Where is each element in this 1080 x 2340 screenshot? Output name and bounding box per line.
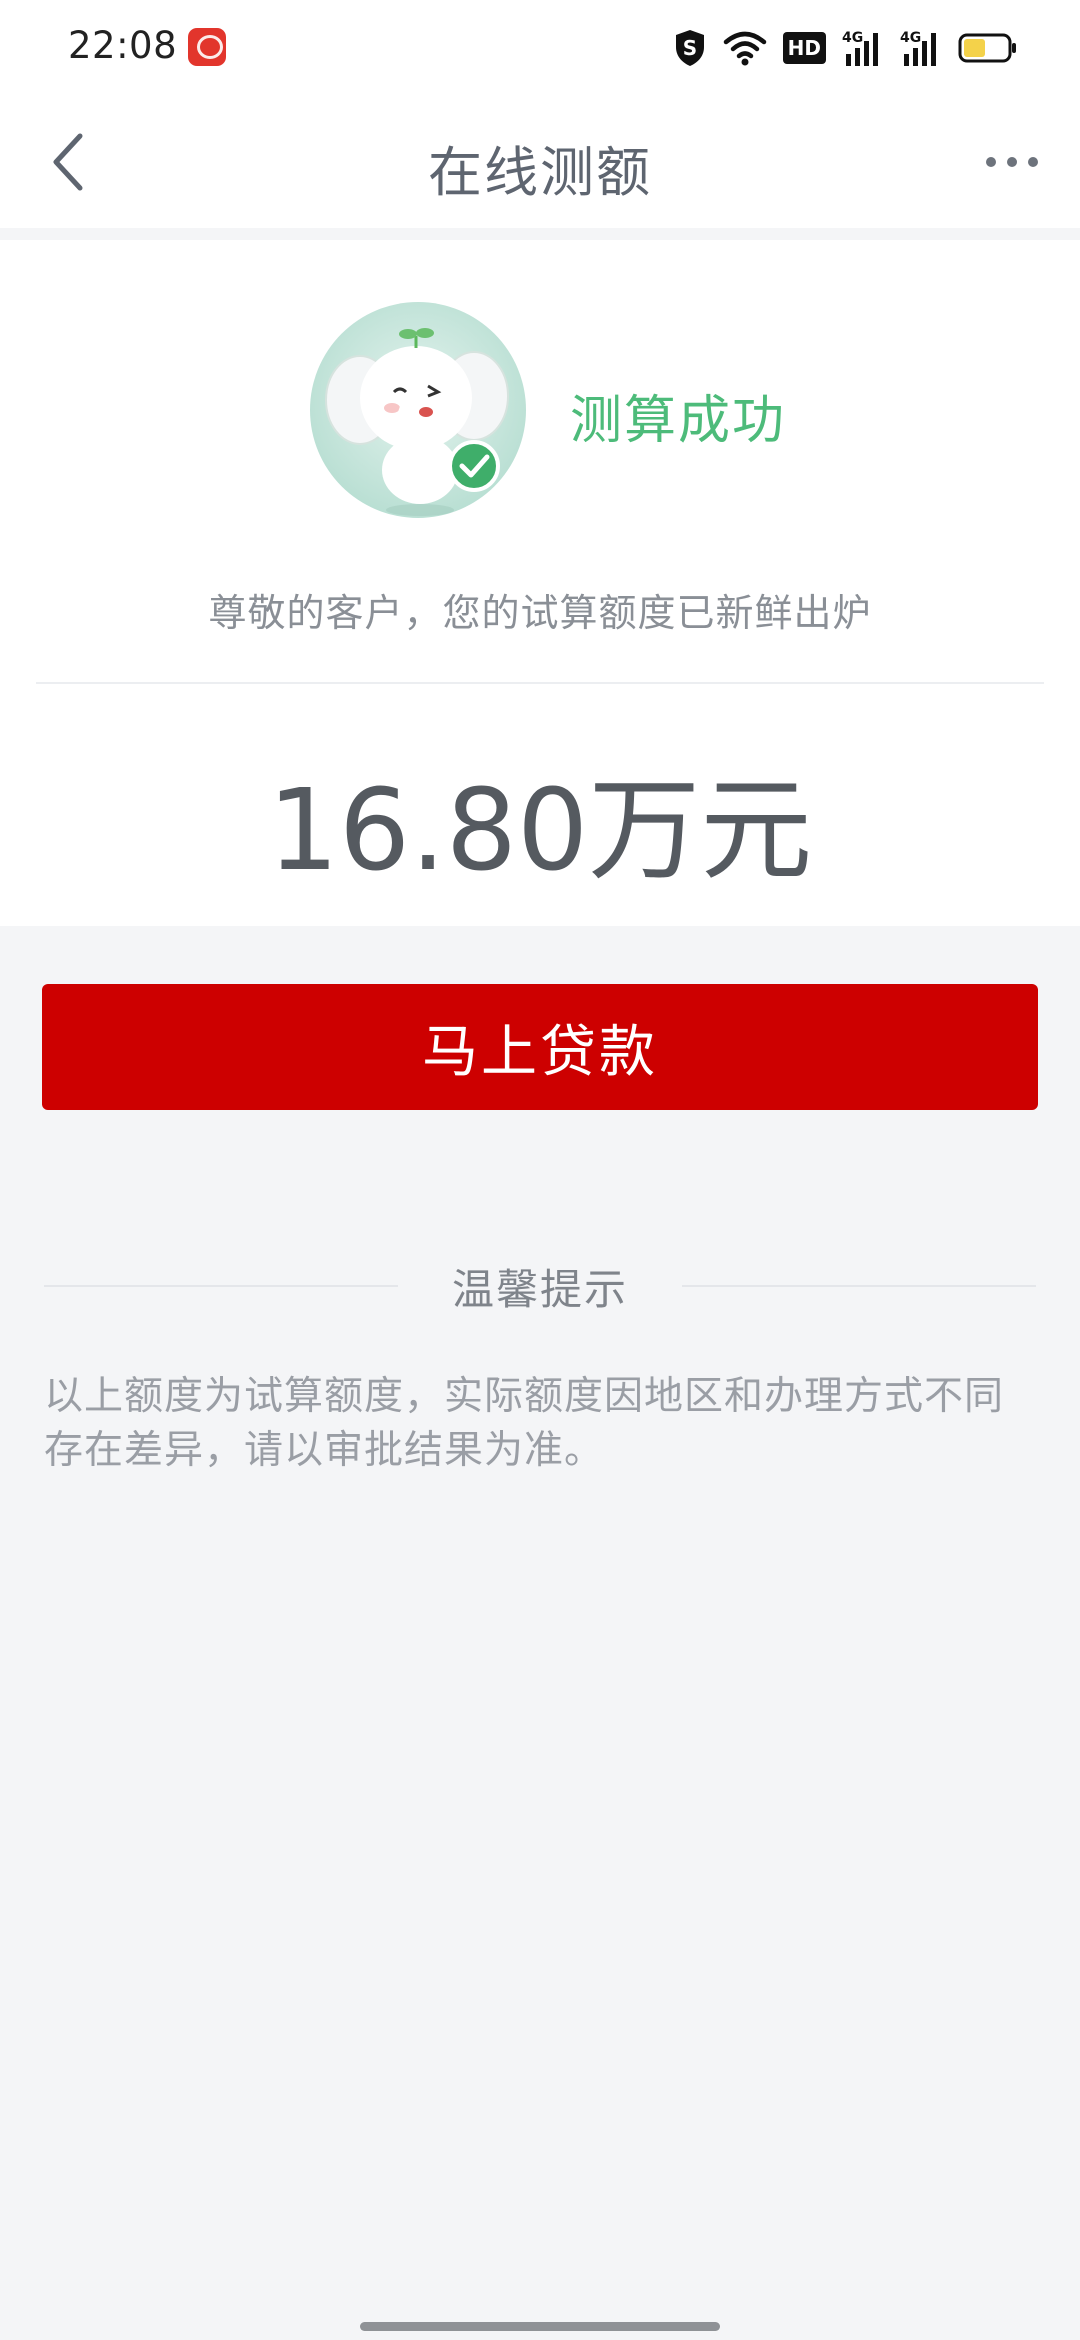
signal-4g-icon: 4G	[900, 30, 936, 66]
nav-bar: 在线测额	[0, 96, 1080, 228]
card-divider	[36, 682, 1044, 684]
svg-text:4G: 4G	[842, 30, 863, 46]
status-time: 22:08	[68, 24, 178, 67]
svg-text:4G: 4G	[900, 30, 921, 46]
svg-text:S: S	[682, 36, 696, 60]
tips-content: 以上额度为试算额度，实际额度因地区和办理方式不同存在差异，请以审批结果为准。	[44, 1374, 1005, 1473]
result-message: 尊敬的客户，您的试算额度已新鲜出炉	[208, 591, 872, 635]
wifi-icon	[723, 31, 766, 66]
dot	[1028, 157, 1038, 167]
divider	[682, 1285, 1037, 1287]
result-card: 测算成功 尊敬的客户，您的试算额度已新鲜出炉 16.80万元	[0, 240, 1080, 926]
tips-title: 温馨提示	[452, 1264, 629, 1314]
status-bar: 22:08 S HD 4G 4G	[0, 0, 1080, 96]
page-title: 在线测额	[428, 141, 652, 204]
tips-header: 温馨提示	[44, 1256, 1037, 1316]
elephant-mascot-icon	[310, 302, 526, 518]
divider	[44, 1285, 398, 1287]
apply-loan-button[interactable]: 马上贷款	[42, 984, 1038, 1110]
credit-amount: 16.80万元	[267, 766, 813, 896]
battery-icon	[958, 33, 1016, 63]
signal-4g-icon: 4G	[842, 30, 878, 66]
hd-icon: HD	[782, 32, 826, 64]
app-badge-icon	[188, 28, 226, 66]
more-dots-icon[interactable]	[972, 132, 1052, 192]
status-icons: S HD 4G 4G	[673, 26, 1018, 70]
dot	[1007, 157, 1017, 167]
dot	[986, 157, 996, 167]
success-status-text: 测算成功	[570, 391, 787, 451]
home-indicator[interactable]	[360, 2322, 720, 2331]
shield-s-icon: S	[675, 30, 704, 66]
